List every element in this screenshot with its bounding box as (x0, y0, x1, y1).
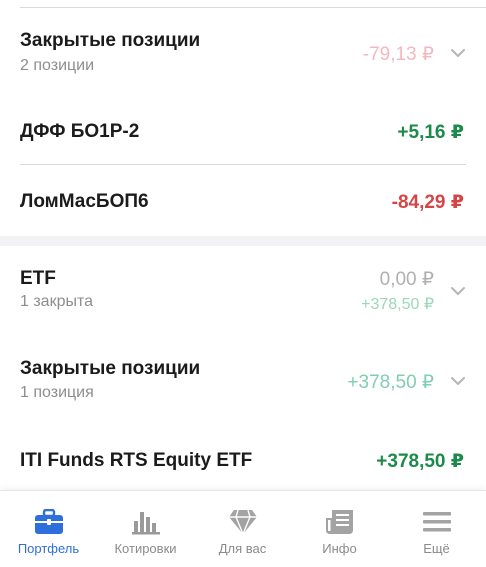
position-amount: +378,50 ₽ (376, 451, 464, 472)
news-icon (325, 510, 353, 534)
position-title: ЛомМасБОП6 (20, 191, 149, 212)
chevron-down-icon[interactable] (450, 373, 466, 389)
briefcase-icon (34, 509, 63, 534)
group-amount: 0,00 ₽ (379, 269, 434, 290)
position-row-lommas[interactable]: ЛомМасБОП6 -84,29 ₽ (0, 166, 486, 234)
group-subtitle: 2 позиции (20, 57, 95, 74)
group-title: ETF (20, 268, 56, 289)
position-amount: +5,16 ₽ (397, 122, 464, 143)
row-divider (20, 164, 466, 165)
portfolio-screen: Закрытые позиции 2 позиции -79,13 ₽ ДФФ … (0, 0, 486, 567)
menu-icon (422, 512, 451, 532)
group-amount-secondary: +378,50 ₽ (361, 296, 434, 313)
tab-label: Котировки (114, 541, 177, 556)
tab-portfolio[interactable]: Портфель (0, 491, 97, 567)
group-amount: -79,13 ₽ (362, 44, 434, 65)
tab-label: Портфель (17, 541, 80, 556)
tab-info[interactable]: Инфо (291, 491, 388, 567)
tab-quotes[interactable]: Котировки (97, 491, 194, 567)
tab-label: Ещё (423, 541, 450, 556)
group-title: Закрытые позиции (20, 30, 201, 51)
group-subtitle: 1 позиция (20, 384, 94, 401)
group-title: Закрытые позиции (20, 358, 201, 379)
position-row-iti-funds[interactable]: ITI Funds RTS Equity ETF +378,50 ₽ (0, 430, 486, 488)
closed-positions-group-1[interactable]: Закрытые позиции 2 позиции -79,13 ₽ (0, 8, 486, 88)
tab-label: Для вас (218, 541, 267, 556)
tab-more[interactable]: Ещё (388, 491, 485, 567)
chevron-down-icon[interactable] (450, 283, 466, 299)
chevron-down-icon[interactable] (450, 45, 466, 61)
group-subtitle: 1 закрыта (20, 293, 94, 310)
section-separator (0, 236, 486, 246)
closed-positions-group-2[interactable]: Закрытые позиции 1 позиция +378,50 ₽ (0, 340, 486, 420)
etf-group[interactable]: ETF 1 закрыта 0,00 ₽ +378,50 ₽ (0, 246, 486, 336)
position-title: ITI Funds RTS Equity ETF (20, 450, 253, 471)
bar-chart-icon (131, 512, 160, 535)
bottom-tab-bar: Портфель Котировки Для вас Инфо Ещё (0, 490, 486, 567)
group-amount: +378,50 ₽ (347, 372, 434, 393)
diamond-icon (228, 509, 257, 535)
tab-label: Инфо (322, 541, 357, 556)
position-amount: -84,29 ₽ (391, 192, 464, 213)
position-row-dff[interactable]: ДФФ БО1Р-2 +5,16 ₽ (0, 100, 486, 164)
position-title: ДФФ БО1Р-2 (20, 121, 140, 142)
tab-for-you[interactable]: Для вас (194, 491, 291, 567)
